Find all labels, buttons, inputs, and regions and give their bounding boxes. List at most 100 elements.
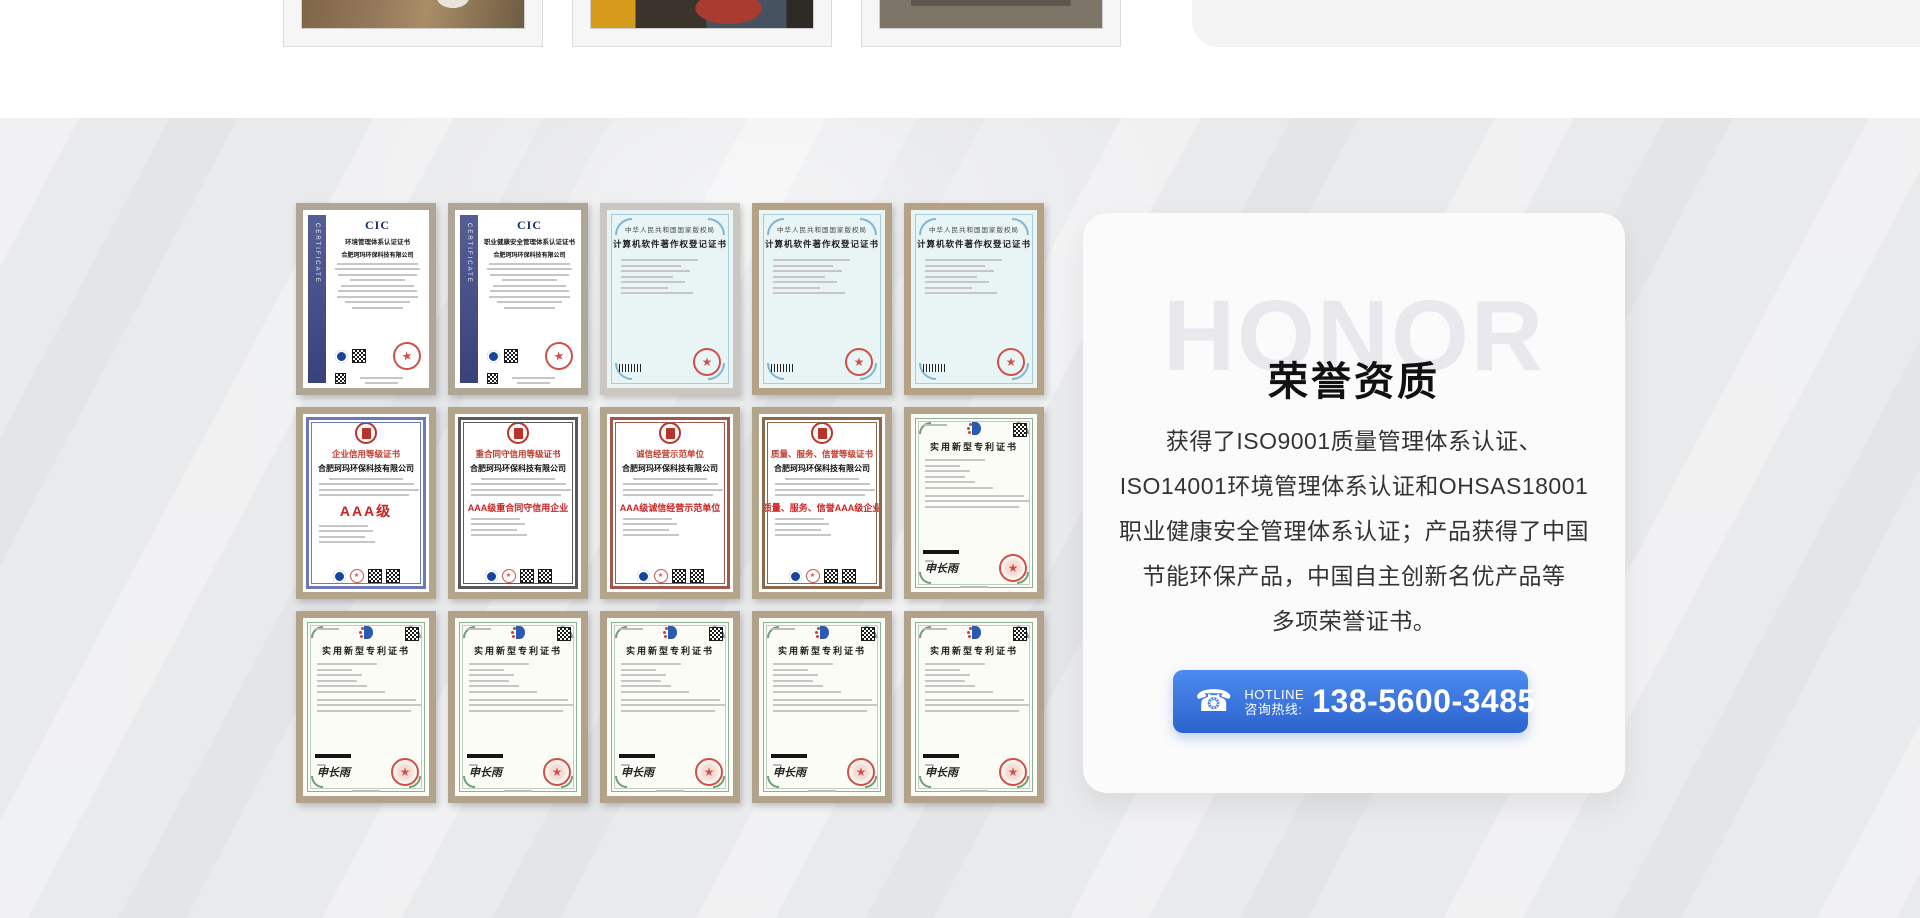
- certificate-number-line: [619, 628, 643, 630]
- qr-code-icon: [487, 373, 498, 384]
- signature-text: 申长雨: [317, 764, 350, 780]
- page: CERTIFICATE CIC 环境管理体系认证证书 合肥珂玛环保科技有限公司 …: [0, 0, 1920, 918]
- barcode-icon: [619, 754, 655, 758]
- barcode-icon: [467, 754, 503, 758]
- signature-text: 申长雨: [773, 764, 806, 780]
- certificate-thumb[interactable]: 企业信用等级证书 合肥珂玛环保科技有限公司 AAA级: [296, 407, 436, 599]
- red-seal-icon: [997, 348, 1025, 376]
- cnipa-logo-icon: [663, 626, 677, 639]
- qr-code-icon: [709, 627, 723, 641]
- top-right-panel: [1192, 0, 1920, 47]
- credit-mark-icon: [789, 570, 802, 583]
- qr-code-icon: [352, 349, 366, 363]
- certificate-footer-line: [960, 790, 988, 792]
- signature-text: 申长雨: [469, 764, 502, 780]
- project-photo-card-1[interactable]: [283, 0, 543, 47]
- red-seal-icon: [847, 758, 875, 786]
- barcode-icon: [771, 754, 807, 758]
- certificate-grid: CERTIFICATE CIC 环境管理体系认证证书 合肥珂玛环保科技有限公司 …: [296, 203, 1044, 803]
- honor-description-line: 职业健康安全管理体系认证；产品获得了中国: [1103, 509, 1605, 554]
- excavation-green-net-photo: [301, 0, 525, 29]
- qr-code-icon: [1013, 423, 1027, 437]
- red-seal-icon: [999, 758, 1027, 786]
- certificate-thumb[interactable]: CERTIFICATE CIC 职业健康安全管理体系认证证书 合肥珂玛环保科技有…: [448, 203, 588, 395]
- certificate-thumb[interactable]: CERTIFICATE CIC 环境管理体系认证证书 合肥珂玛环保科技有限公司: [296, 203, 436, 395]
- certificate-ornate-border: [762, 417, 882, 589]
- cnipa-logo-icon: [815, 626, 829, 639]
- barcode-icon: [619, 364, 643, 372]
- certificate-thumb[interactable]: 质量、服务、信誉等级证书 合肥珂玛环保科技有限公司 质量、服务、信誉AAA级企业: [752, 407, 892, 599]
- barcode-icon: [315, 754, 351, 758]
- previous-section-remnant: [0, 0, 1920, 118]
- hotline-button[interactable]: HOTLINE 咨询热线: 138-5600-3485: [1173, 670, 1528, 733]
- red-seal-icon: [806, 569, 820, 583]
- certificate-thumb[interactable]: 实用新型专利证书 申长雨: [448, 611, 588, 803]
- red-seal-icon: [845, 348, 873, 376]
- certificate-number-line: [315, 628, 339, 630]
- red-seal-icon: [391, 758, 419, 786]
- qr-code-icon: [672, 569, 686, 583]
- certificate-thumb[interactable]: 中华人民共和国国家版权局 计算机软件著作权登记证书: [600, 203, 740, 395]
- certificate-number-line: [467, 628, 491, 630]
- certificate-footer-line: [960, 586, 988, 588]
- red-seal-icon: [502, 569, 516, 583]
- project-photo-card-2[interactable]: [572, 0, 832, 47]
- certificate-thumb[interactable]: 实用新型专利证书 申长雨: [296, 611, 436, 803]
- cic-logo: CIC: [331, 218, 424, 233]
- qr-code-icon: [861, 627, 875, 641]
- honor-card: HONOR 荣誉资质 获得了ISO9001质量管理体系认证、ISO14001环境…: [1083, 213, 1625, 793]
- honor-title: 荣誉资质: [1083, 349, 1625, 407]
- project-photo-card-3[interactable]: [861, 0, 1121, 47]
- red-seal-icon: [543, 340, 575, 372]
- red-seal-icon: [543, 758, 571, 786]
- concrete-pit-photo: [879, 0, 1103, 29]
- certificate-footer-line: [352, 790, 380, 792]
- credit-mark-icon: [333, 570, 346, 583]
- barcode-icon: [923, 550, 959, 554]
- certificate-side-band: CERTIFICATE: [308, 215, 326, 383]
- honor-description-line: 多项荣誉证书。: [1103, 599, 1605, 644]
- cic-logo: CIC: [483, 218, 576, 233]
- certificate-number-line: [771, 628, 795, 630]
- certificate-title: 环境管理体系认证证书: [331, 236, 424, 246]
- qr-code-icon: [520, 569, 534, 583]
- honor-description-line: ISO14001环境管理体系认证和OHSAS18001: [1103, 464, 1605, 509]
- qr-code-icon: [557, 627, 571, 641]
- red-seal-icon: [695, 758, 723, 786]
- red-seal-icon: [391, 340, 423, 372]
- certificate-thumb[interactable]: 中华人民共和国国家版权局 计算机软件著作权登记证书: [904, 203, 1044, 395]
- qr-code-icon: [504, 349, 518, 363]
- qr-code-icon: [824, 569, 838, 583]
- hotline-number: 138-5600-3485: [1312, 683, 1536, 720]
- signature-text: 申长雨: [621, 764, 654, 780]
- red-seal-icon: [693, 348, 721, 376]
- honor-description-line: 获得了ISO9001质量管理体系认证、: [1103, 419, 1605, 464]
- certificate-thumb[interactable]: 诚信经营示范单位 合肥珂玛环保科技有限公司 AAA级诚信经营示范单位: [600, 407, 740, 599]
- barcode-icon: [923, 754, 959, 758]
- certificate-thumb[interactable]: 实用新型专利证书 申长雨: [752, 611, 892, 803]
- cnipa-logo-icon: [359, 626, 373, 639]
- certificate-thumb[interactable]: 实用新型专利证书 申长雨: [600, 611, 740, 803]
- certificate-thumb[interactable]: 实用新型专利证书 申长雨: [904, 611, 1044, 803]
- certificate-thumb[interactable]: 中华人民共和国国家版权局 计算机软件著作权登记证书: [752, 203, 892, 395]
- certificate-ornate-border: [458, 417, 578, 589]
- certificate-footer-line: [656, 790, 684, 792]
- certificate-thumb[interactable]: 重合同守信用等级证书 合肥珂玛环保科技有限公司 AAA级重合同守信用企业: [448, 407, 588, 599]
- red-seal-icon: [350, 569, 364, 583]
- certificate-ornate-border: [610, 417, 730, 589]
- certificate-thumb[interactable]: 实用新型专利证书 申长雨: [904, 407, 1044, 599]
- red-seal-icon: [654, 569, 668, 583]
- hotline-label-en: HOTLINE: [1244, 687, 1304, 702]
- qr-code-icon: [690, 569, 704, 583]
- barcode-icon: [923, 364, 947, 372]
- qr-code-icon: [405, 627, 419, 641]
- certificate-title: 职业健康安全管理体系认证证书: [483, 236, 576, 246]
- cnipa-logo-icon: [967, 422, 981, 435]
- signature-text: 申长雨: [925, 560, 958, 576]
- certificate-side-band: CERTIFICATE: [460, 215, 478, 383]
- cnipa-logo-icon: [967, 626, 981, 639]
- certificate-company: 合肥珂玛环保科技有限公司: [331, 250, 424, 259]
- certificate-footer-line: [808, 790, 836, 792]
- cic-mark-icon: [335, 350, 348, 363]
- yellow-truck-worksite-photo: [590, 0, 814, 29]
